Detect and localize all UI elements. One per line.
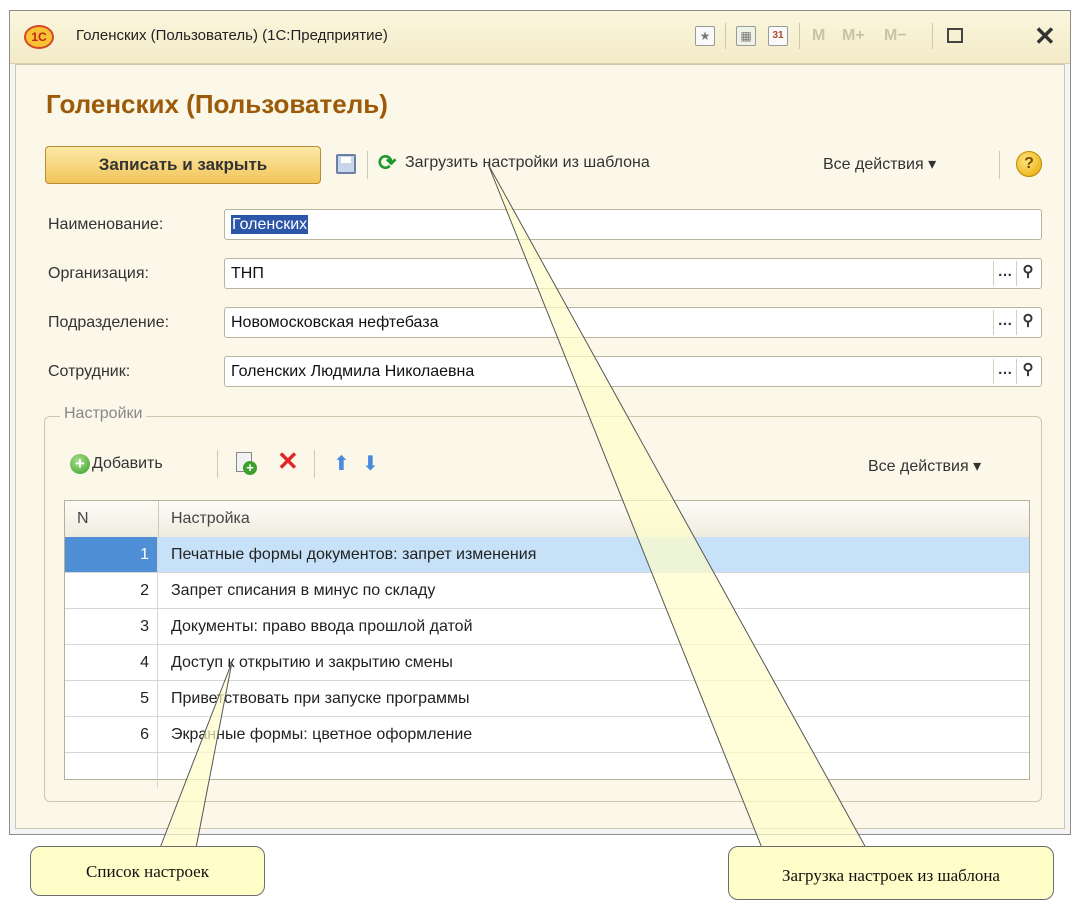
load-callout: Загрузка настроек из шаблона <box>728 846 1054 900</box>
list-callout-pointer <box>159 661 233 849</box>
callout-pointers <box>159 163 867 849</box>
list-callout: Список настроек <box>30 846 265 896</box>
load-callout-pointer <box>487 163 867 849</box>
